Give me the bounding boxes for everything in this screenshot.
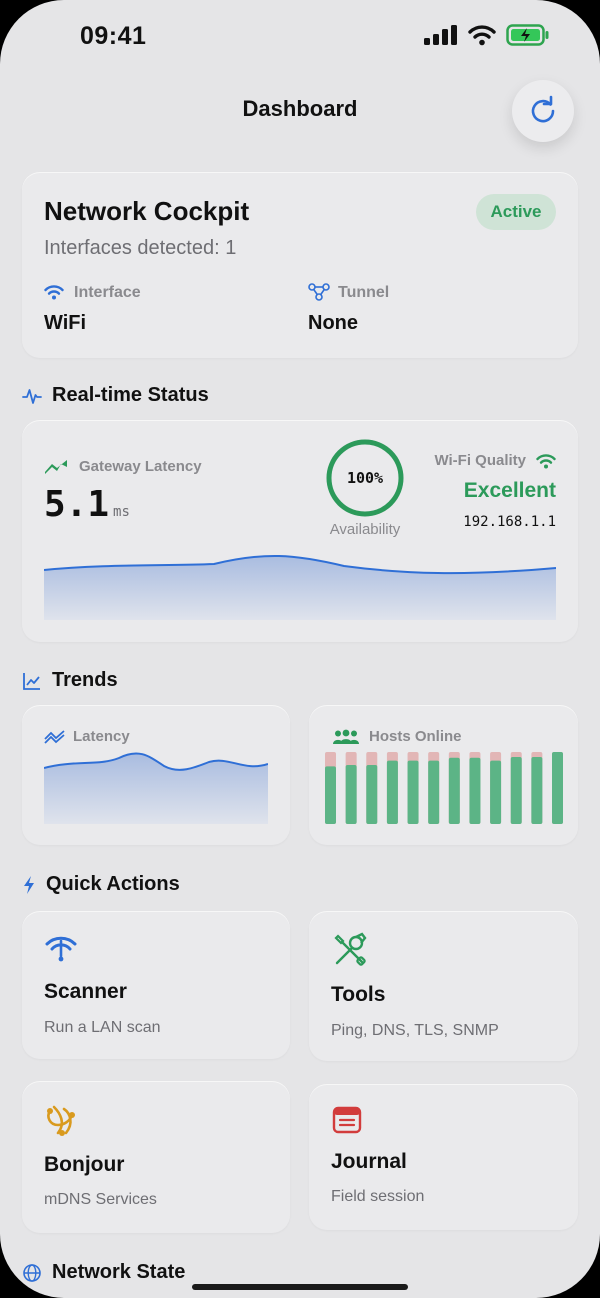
interface-label: Interface — [74, 284, 141, 301]
hosts-bar-online — [366, 764, 378, 824]
latency-trend-label: Latency — [73, 728, 130, 745]
cockpit-subtitle: Interfaces detected: 1 — [44, 237, 237, 259]
wifi-quality-value: Excellent — [463, 479, 556, 502]
page-title: Dashboard — [242, 96, 358, 121]
trends-section-label: Trends — [52, 669, 118, 691]
hosts-bar-online — [386, 760, 398, 824]
bonjour-subtitle: mDNS Services — [44, 1191, 157, 1208]
hosts-bar-online — [469, 757, 481, 824]
wifi-icon — [44, 285, 64, 300]
pulse-icon — [22, 388, 42, 404]
scanner-icon — [45, 936, 77, 962]
cellular-signal-icon — [424, 25, 457, 45]
cockpit-title: Network Cockpit — [44, 196, 250, 226]
tunnel-icon — [308, 283, 330, 301]
latency-trend-sparkline — [44, 752, 268, 824]
interface-value: WiFi — [44, 312, 87, 334]
latency-trend-icon — [44, 730, 65, 744]
hosts-bar-online — [345, 764, 357, 824]
trend-up-icon — [45, 460, 67, 474]
tunnel-label: Tunnel — [338, 284, 390, 301]
scanner-title: Scanner — [44, 980, 127, 1003]
network-state-section-label: Network State — [52, 1261, 186, 1283]
hosts-bar-online — [510, 757, 522, 824]
hosts-bar-online — [407, 760, 419, 824]
latency-number: 5.1 — [44, 484, 110, 525]
network-state-section-title: Network State — [22, 1261, 185, 1284]
latency-unit: ms — [113, 504, 130, 520]
home-indicator — [192, 1284, 408, 1290]
trends-section-title: Trends — [22, 669, 118, 692]
tools-subtitle: Ping, DNS, TLS, SNMP — [331, 1022, 499, 1039]
wifi-status-icon — [468, 25, 496, 46]
hosts-bar-online — [552, 752, 563, 824]
wifi-quality-label: Wi-Fi Quality — [434, 452, 526, 469]
latency-realtime-sparkline — [44, 555, 556, 620]
bonjour-icon — [47, 1105, 75, 1136]
journal-title: Journal — [331, 1150, 407, 1173]
quick-actions-section-title: Quick Actions — [22, 873, 180, 896]
refresh-button[interactable] — [512, 80, 574, 142]
tools-title: Tools — [331, 983, 386, 1006]
journal-subtitle: Field session — [331, 1188, 425, 1205]
globe-icon — [23, 1263, 41, 1282]
journal-icon — [332, 1106, 362, 1134]
realtime-section-title: Real-time Status — [22, 384, 209, 407]
wifi-quality-icon — [536, 454, 556, 469]
hosts-online-label: Hosts Online — [369, 728, 462, 745]
gateway-latency-label: Gateway Latency — [79, 458, 202, 475]
gateway-ip: 192.168.1.1 — [463, 514, 556, 530]
refresh-icon — [531, 95, 555, 123]
battery-icon — [506, 24, 549, 46]
hosts-bar-online — [448, 757, 460, 824]
status-time: 09:41 — [80, 22, 147, 50]
hosts-bar-online — [325, 766, 336, 824]
tools-icon — [334, 932, 367, 966]
realtime-section-label: Real-time Status — [52, 384, 209, 406]
phone-screen: 09:41 Dashboard Network Cockpit Active I… — [0, 0, 600, 1298]
scanner-subtitle: Run a LAN scan — [44, 1019, 161, 1036]
hosts-bar-online — [490, 760, 502, 824]
gateway-latency-value: 5.1 ms — [44, 484, 130, 525]
quick-actions-section-label: Quick Actions — [46, 873, 180, 895]
hosts-bar-online — [428, 760, 440, 824]
status-bar: 09:41 — [0, 0, 600, 74]
status-badge: Active — [476, 194, 556, 230]
hosts-bar-online — [531, 757, 543, 824]
bonjour-title: Bonjour — [44, 1153, 125, 1176]
status-icons — [424, 24, 550, 46]
chart-icon — [23, 672, 40, 690]
tunnel-value: None — [308, 312, 358, 334]
people-icon — [333, 729, 359, 744]
hosts-online-chart — [325, 752, 563, 824]
bolt-icon — [24, 875, 34, 894]
